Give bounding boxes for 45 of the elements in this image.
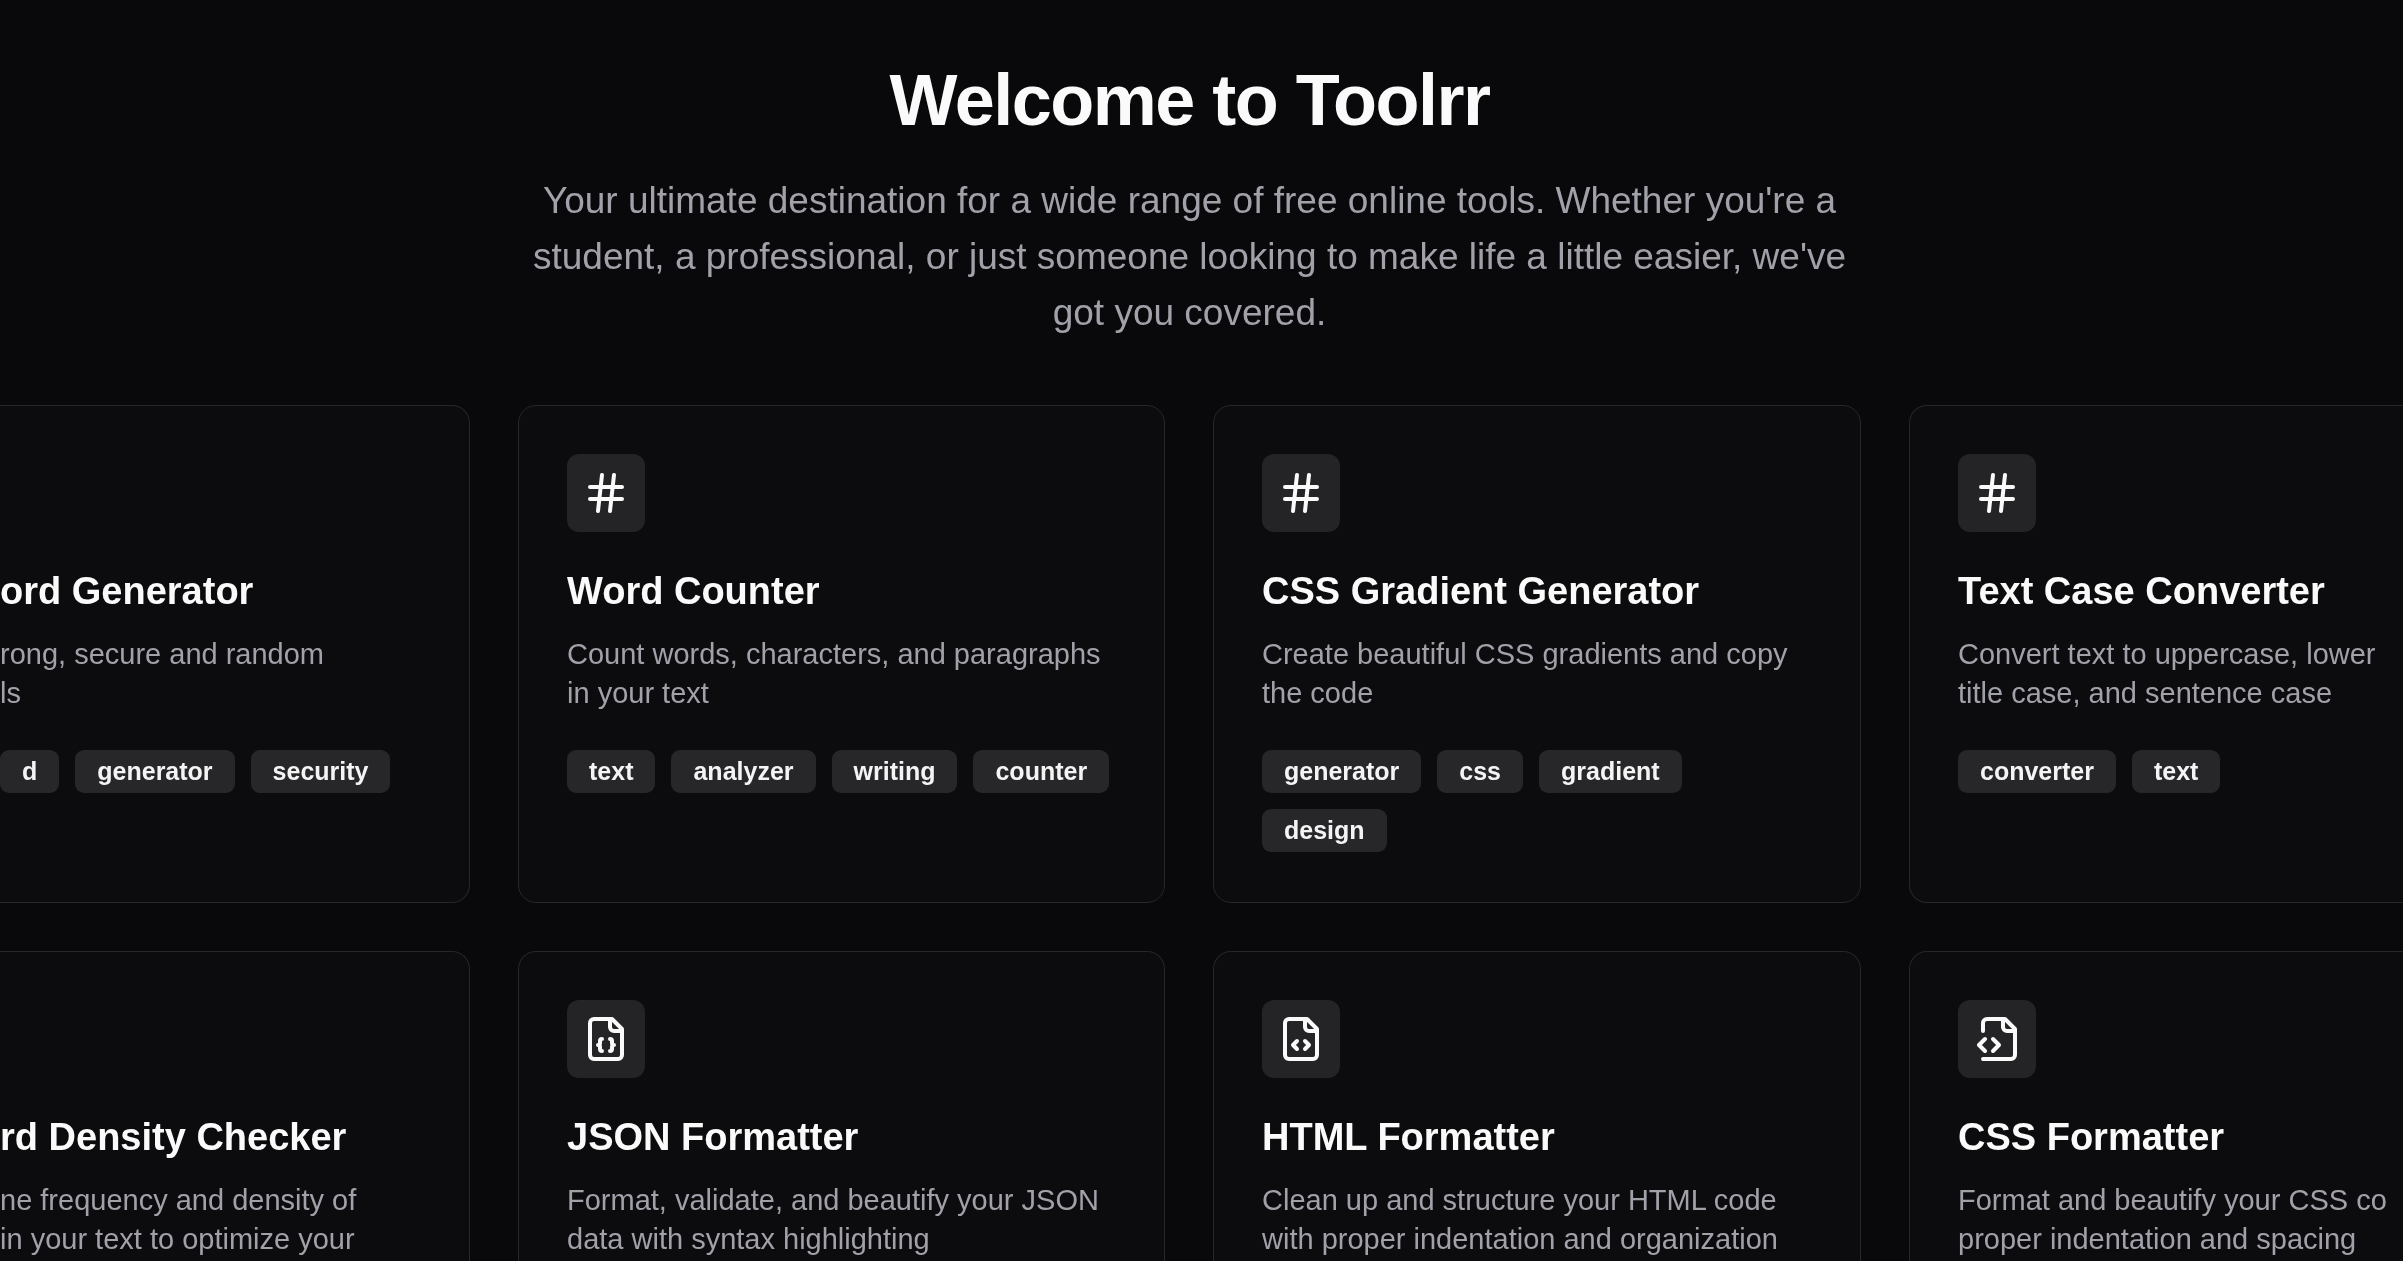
tag: generator [1262, 750, 1422, 793]
tag: counter [973, 750, 1110, 793]
hash-icon [1262, 454, 1340, 532]
tool-description: Format and beautify your CSS co proper indentation and spacing [1958, 1183, 2387, 1257]
tag: text [2131, 750, 2221, 793]
tag: css [1437, 750, 1524, 793]
tool-title: JSON Formatter [567, 1115, 859, 1160]
tool-title: HTML Formatter [1262, 1115, 1555, 1160]
tool-description: Create beautiful CSS gradients and copy the code [1262, 637, 1788, 711]
tag: d [0, 750, 60, 793]
tool-card[interactable]: Word Counter Count words, characters, and paragraphs in your text text analyzer writing counter [518, 405, 1165, 903]
tool-description: Count words, characters, and paragraphs in your text [567, 637, 1101, 711]
page-title: Welcome to Toolrr [889, 60, 1490, 140]
tag: generator [75, 750, 235, 793]
tool-card[interactable]: Text Case Converter Convert text to uppercase, lower title case, and sentence case converter text [1909, 405, 2403, 903]
tool-description: Format, validate, and beautify your JSON data with syntax highlighting [567, 1183, 1099, 1257]
tag: security [250, 750, 391, 793]
tool-description: ne frequency and density of in your text to optimize your [0, 1183, 357, 1257]
file-code-icon [1958, 1000, 2036, 1078]
page-subtitle: Your ultimate destination for a wide range of free online tools. Whether you're a student, a professional, or just someone looking to make life a little easier, we've got you covered. [531, 179, 1848, 335]
hash-icon [567, 454, 645, 532]
tag: text [567, 750, 656, 793]
tool-card[interactable]: CSS Gradient Generator Create beautiful CSS gradients and copy the code generator css gradient design [1213, 405, 1861, 903]
tool-title: Text Case Converter [1958, 569, 2325, 614]
tool-card[interactable]: rd Density Checker ne frequency and density of in your text to optimize your [0, 951, 470, 1261]
tag: analyzer [671, 750, 816, 793]
tag: writing [831, 750, 958, 793]
file-braces-icon [567, 1000, 645, 1078]
tag: gradient [1539, 750, 1682, 793]
tool-title: rd Density Checker [0, 1115, 347, 1160]
tool-title: CSS Formatter [1958, 1115, 2225, 1160]
tool-description: Convert text to uppercase, lower title case, and sentence case [1958, 637, 2376, 711]
tool-title: CSS Gradient Generator [1262, 569, 1700, 614]
tag: design [1262, 809, 1387, 852]
tool-description: rong, secure and random ls [0, 637, 325, 711]
tool-description: Clean up and structure your HTML code with proper indentation and organization [1262, 1183, 1778, 1257]
file-code-icon [1262, 1000, 1340, 1078]
hash-icon [1958, 454, 2036, 532]
tool-title: ord Generator [0, 569, 254, 614]
tool-card[interactable]: CSS Formatter Format and beautify your CSS co proper indentation and spacing [1909, 951, 2403, 1261]
tag: converter [1958, 750, 2116, 793]
tool-card[interactable]: JSON Formatter Format, validate, and beautify your JSON data with syntax highlighting [518, 951, 1165, 1261]
tool-card[interactable]: HTML Formatter Clean up and structure your HTML code with proper indentation and organization [1213, 951, 1861, 1261]
tool-title: Word Counter [567, 569, 820, 614]
tool-card[interactable]: ord Generator rong, secure and random ls d generator security [0, 405, 470, 903]
